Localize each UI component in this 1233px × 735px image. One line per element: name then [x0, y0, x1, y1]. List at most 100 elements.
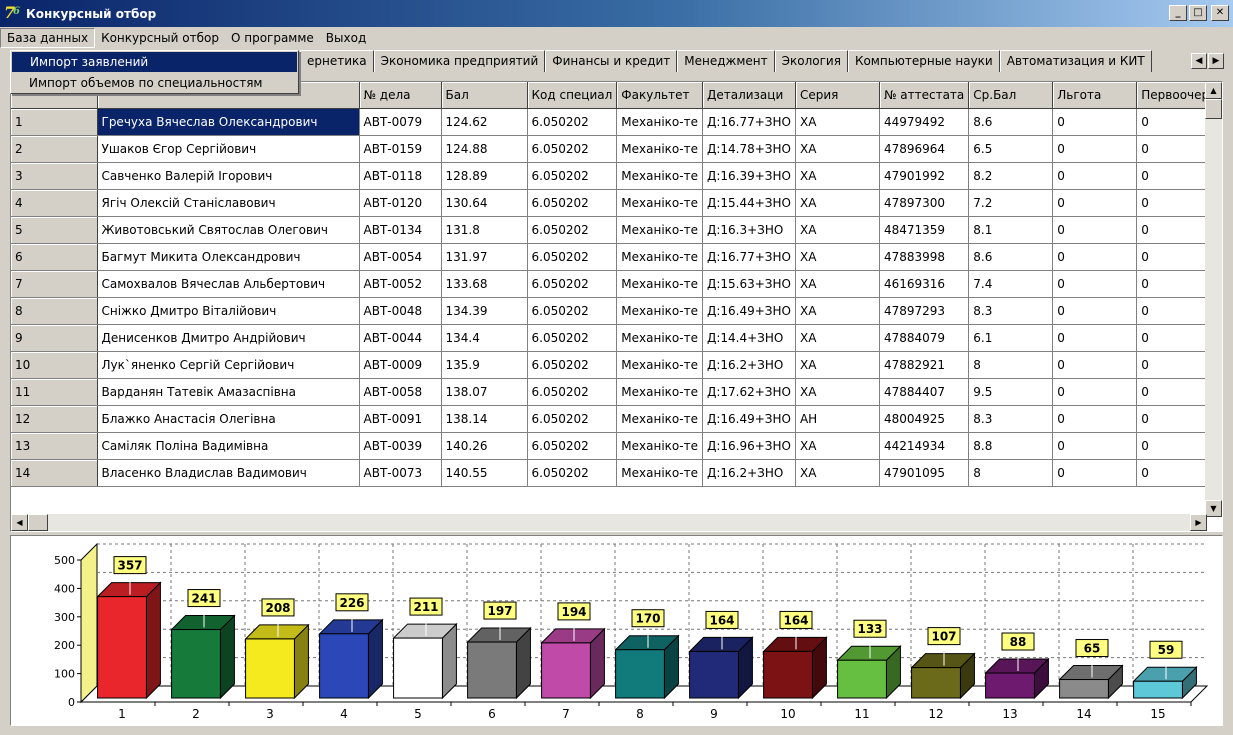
table-cell[interactable]: Д:16.2+ЗНО: [702, 459, 796, 487]
table-row[interactable]: 7 Самохвалов Вячеслав Альбертович АВТ-0052…: [11, 270, 1222, 298]
tab-management[interactable]: Менеджмент: [677, 50, 775, 72]
table-cell[interactable]: 133.68: [441, 270, 528, 298]
horizontal-scroll-thumb[interactable]: [28, 514, 48, 531]
table-cell[interactable]: Д:14.78+ЗНО: [702, 135, 796, 163]
table-cell[interactable]: Д:16.77+ЗНО: [702, 243, 796, 271]
table-cell[interactable]: Животовський Святослав Олегович: [97, 216, 360, 244]
table-cell[interactable]: 0: [1052, 270, 1138, 298]
vertical-scrollbar[interactable]: ▲ ▼: [1205, 82, 1222, 517]
table-cell[interactable]: Ягіч Олексій Станіславович: [97, 189, 360, 217]
scroll-down-icon[interactable]: ▼: [1205, 500, 1222, 517]
table-cell[interactable]: 6.5: [968, 135, 1054, 163]
table-cell[interactable]: ХА: [795, 216, 880, 244]
row-number-cell[interactable]: 7: [11, 270, 98, 298]
table-cell[interactable]: 0: [1052, 243, 1138, 271]
table-cell[interactable]: Механіко-те: [616, 243, 703, 271]
table-cell[interactable]: 8.3: [968, 405, 1054, 433]
table-cell[interactable]: 0: [1052, 324, 1138, 352]
table-cell[interactable]: АН: [795, 405, 880, 433]
table-cell[interactable]: Власенко Владислав Вадимович: [97, 459, 360, 487]
row-number-cell[interactable]: 11: [11, 378, 98, 406]
scroll-up-icon[interactable]: ▲: [1205, 82, 1222, 99]
table-cell[interactable]: 48471359: [879, 216, 970, 244]
table-cell[interactable]: Механіко-те: [616, 108, 703, 136]
table-cell[interactable]: ХА: [795, 297, 880, 325]
table-cell[interactable]: 0: [1052, 108, 1138, 136]
table-cell[interactable]: 0: [1052, 432, 1138, 460]
table-cell[interactable]: 134.39: [441, 297, 528, 325]
table-row[interactable]: 6 Багмут Микита Олександрович АВТ-0054 131.…: [11, 243, 1222, 271]
column-header[interactable]: Бал: [441, 82, 528, 109]
table-cell[interactable]: 6.050202: [527, 108, 618, 136]
table-cell[interactable]: ХА: [795, 324, 880, 352]
tab-enterprise-economics[interactable]: Экономика предприятий: [373, 50, 546, 72]
table-cell[interactable]: 8.1: [968, 216, 1054, 244]
column-header[interactable]: Код специал: [527, 82, 618, 109]
table-cell[interactable]: 0: [1052, 162, 1138, 190]
close-button[interactable]: ✕: [1211, 5, 1229, 21]
row-number-cell[interactable]: 9: [11, 324, 98, 352]
table-cell[interactable]: 0: [1052, 135, 1138, 163]
table-cell[interactable]: Самохвалов Вячеслав Альбертович: [97, 270, 360, 298]
table-cell[interactable]: 8: [968, 459, 1054, 487]
row-number-cell[interactable]: 14: [11, 459, 98, 487]
table-cell[interactable]: Д:16.39+ЗНО: [702, 162, 796, 190]
table-cell[interactable]: 131.8: [441, 216, 528, 244]
table-cell[interactable]: 124.62: [441, 108, 528, 136]
table-cell[interactable]: ХА: [795, 162, 880, 190]
table-cell[interactable]: АВТ-0009: [359, 351, 442, 379]
table-cell[interactable]: 140.55: [441, 459, 528, 487]
tab-ecology[interactable]: Экология: [774, 50, 848, 72]
tab-automation[interactable]: Автоматизация и КИТ: [999, 50, 1152, 72]
vertical-scroll-thumb[interactable]: [1205, 99, 1222, 119]
table-cell[interactable]: Д:14.4+ЗНО: [702, 324, 796, 352]
table-cell[interactable]: Ушаков Єгор Сергійович: [97, 135, 360, 163]
tab-computer-science[interactable]: Компьютерные науки: [847, 50, 1000, 72]
table-cell[interactable]: Гречуха Вячеслав Олександрович: [97, 108, 360, 136]
table-cell[interactable]: Механіко-те: [616, 432, 703, 460]
table-row[interactable]: 3 Савченко Валерій Ігорович АВТ-0118 128.89…: [11, 162, 1222, 190]
table-cell[interactable]: 8.6: [968, 108, 1054, 136]
table-cell[interactable]: 0: [1052, 189, 1138, 217]
table-cell[interactable]: 48004925: [879, 405, 970, 433]
column-header[interactable]: Серия: [795, 82, 880, 109]
table-cell[interactable]: 130.64: [441, 189, 528, 217]
table-cell[interactable]: АВТ-0159: [359, 135, 442, 163]
table-cell[interactable]: АВТ-0044: [359, 324, 442, 352]
table-cell[interactable]: Механіко-те: [616, 135, 703, 163]
table-cell[interactable]: 47884407: [879, 378, 970, 406]
table-cell[interactable]: 47882921: [879, 351, 970, 379]
table-cell[interactable]: АВТ-0058: [359, 378, 442, 406]
table-row[interactable]: 4 Ягіч Олексій Станіславович АВТ-0120 130.6…: [11, 189, 1222, 217]
table-cell[interactable]: 8.6: [968, 243, 1054, 271]
table-cell[interactable]: АВТ-0134: [359, 216, 442, 244]
column-header[interactable]: Факультет: [616, 82, 703, 109]
table-row[interactable]: 2 Ушаков Єгор Сергійович АВТ-0159 124.88 6.0…: [11, 135, 1222, 163]
table-cell[interactable]: Д:16.96+ЗНО: [702, 432, 796, 460]
table-row[interactable]: 13 Саміляк Поліна Вадимівна АВТ-0039 140.26…: [11, 432, 1222, 460]
menu-database[interactable]: База данных: [0, 28, 96, 48]
table-cell[interactable]: 6.050202: [527, 351, 618, 379]
table-cell[interactable]: 0: [1052, 405, 1138, 433]
table-cell[interactable]: 47884079: [879, 324, 970, 352]
table-cell[interactable]: ХА: [795, 108, 880, 136]
table-row[interactable]: 5 Животовський Святослав Олегович АВТ-0134…: [11, 216, 1222, 244]
table-cell[interactable]: 8.3: [968, 297, 1054, 325]
minimize-button[interactable]: _: [1169, 5, 1187, 21]
table-cell[interactable]: АВТ-0120: [359, 189, 442, 217]
table-cell[interactable]: 0: [1052, 297, 1138, 325]
tab-scroll-left-icon[interactable]: ◀: [1191, 53, 1207, 69]
table-cell[interactable]: Механіко-те: [616, 405, 703, 433]
table-cell[interactable]: 6.050202: [527, 216, 618, 244]
horizontal-scrollbar[interactable]: ◀ ▶: [11, 514, 1207, 531]
menu-import-applications[interactable]: Импорт заявлений: [12, 52, 297, 72]
table-cell[interactable]: Д:15.63+ЗНО: [702, 270, 796, 298]
tab-cybernetics[interactable]: ернетика: [300, 50, 374, 72]
row-number-cell[interactable]: 8: [11, 297, 98, 325]
table-cell[interactable]: ХА: [795, 432, 880, 460]
tab-finance[interactable]: Финансы и кредит: [545, 50, 678, 72]
table-cell[interactable]: 46169316: [879, 270, 970, 298]
column-header[interactable]: № аттестата: [879, 82, 970, 109]
table-cell[interactable]: Механіко-те: [616, 189, 703, 217]
table-cell[interactable]: 6.1: [968, 324, 1054, 352]
